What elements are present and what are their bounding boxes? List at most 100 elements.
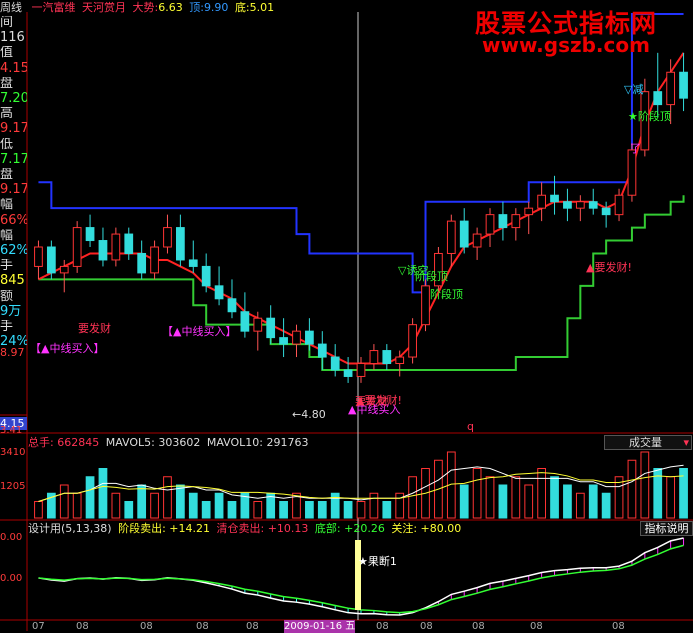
left-panel-item: 间 [0,16,14,29]
candle [653,91,663,106]
volume-bar [188,492,198,519]
indicator-chart [38,537,685,616]
volume-bar [343,501,353,519]
left-panel-item: 高 [0,107,14,121]
candle [85,227,95,242]
price-annotation: 阶段顶 [415,270,448,283]
volume-bar [601,492,611,519]
price-annotation: q [467,420,474,433]
indicator-header: 设计用(5,13,38) 阶段卖出: +14.21 清仓卖出: +10.13 底… [28,522,461,535]
candle [343,369,353,377]
mavol10: MAVOL10: 291763 [206,436,309,449]
top-value: 9.90 [203,1,229,14]
candle [472,233,482,248]
candle [305,330,314,345]
candle [575,201,585,209]
date-tick-label: 08 [420,621,433,632]
candle [240,311,250,332]
candle [524,207,534,216]
left-panel-item: 幅 [0,198,14,212]
signal-spike [355,540,361,610]
left-panel-item: 手 [0,320,14,333]
indicator-params: 设计用(5,13,38) [28,522,112,535]
candle [550,194,559,203]
candle [279,337,288,345]
volume-axis-mid1: 3410 [0,447,26,458]
candle [679,71,688,99]
volume-bar [150,492,159,519]
volume-bar [369,492,379,519]
candle [176,227,185,261]
volume-bar [575,492,585,519]
date-tick-label: 08 [530,621,543,632]
candle [421,285,430,326]
bottom-signal: 底部: +20.26 [314,522,385,535]
volume-bar [524,484,534,519]
volume-bar [227,501,237,519]
volume-indicator-select[interactable]: 成交量 ▾ [604,435,692,450]
date-tick-label: 08 [76,621,89,632]
volume-bar [627,459,637,519]
top-label: 顶: [189,1,204,14]
candle [34,246,43,267]
left-panel-item: 值 [0,46,14,60]
trend-value: 6.63 [158,1,183,14]
date-tick-label: 08 [376,621,389,632]
candle [408,324,417,358]
candle [511,214,521,229]
top-info-bar: 周线 一汽富维 天河赏月 大势:6.63 顶:9.90 底:5.01 [0,1,274,14]
volume-bar [472,468,482,519]
price-annotation: 要发财 [78,322,111,335]
volume-total: 总手: 662845 [28,436,100,449]
date-tick-label: 07 [32,621,45,632]
left-panel-item: 66% [0,213,27,227]
volume-bar [485,476,495,519]
stock-name: 一汽富维 [31,1,76,14]
volume-bar [382,501,392,519]
candle [498,214,508,229]
volume-bar [640,451,650,519]
bottom-value: 5.01 [249,1,275,14]
candle [72,227,82,267]
candle [666,71,676,106]
chart-stage [0,12,693,631]
volume-bar [317,501,327,519]
crosshair-date: 2009-01-16 五 [284,620,356,633]
price-annotation: ★阶段顶 [628,110,671,123]
volume-bar [253,501,263,519]
volume-axis-top: 3.41 [0,425,23,436]
volume-header: 总手: 662845 MAVOL5: 303602 MAVOL10: 29176… [28,436,308,449]
left-panel-item: 9.17 [0,122,27,136]
date-tick-label: 08 [246,621,259,632]
indicator-help-button[interactable]: 指标说明 [640,521,693,536]
candle [163,227,172,248]
candle [150,246,159,274]
volume-bar [356,501,366,519]
price-annotation: 阶段顶 [430,288,463,301]
volume-bar [201,501,211,519]
volume-chart [34,451,688,519]
candle [59,265,69,274]
candle [98,240,108,261]
price-annotation: ▲要发财! [586,261,632,274]
candle [266,317,276,339]
date-tick-label: 08 [140,621,153,632]
price-axis-upper: 8.97 [0,346,25,359]
candle [46,246,56,274]
date-tick-label: 08 [472,621,485,632]
candle [317,343,327,358]
left-panel-item: 低 [0,137,14,151]
candle [214,285,224,300]
candle [201,265,211,287]
price-chart [34,13,688,383]
left-panel-item: 116 [0,31,25,45]
left-panel-item: 4.15 [0,61,27,75]
left-panel-item: 额 [0,289,14,303]
period-label[interactable]: 周线 [0,1,22,14]
candle [537,194,546,209]
mavol5-line [38,464,684,502]
left-panel-item: 7.20 [0,92,27,105]
volume-axis-mid2: 1205 [0,481,26,492]
bottom-label: 底: [234,1,250,14]
candle [382,350,392,365]
